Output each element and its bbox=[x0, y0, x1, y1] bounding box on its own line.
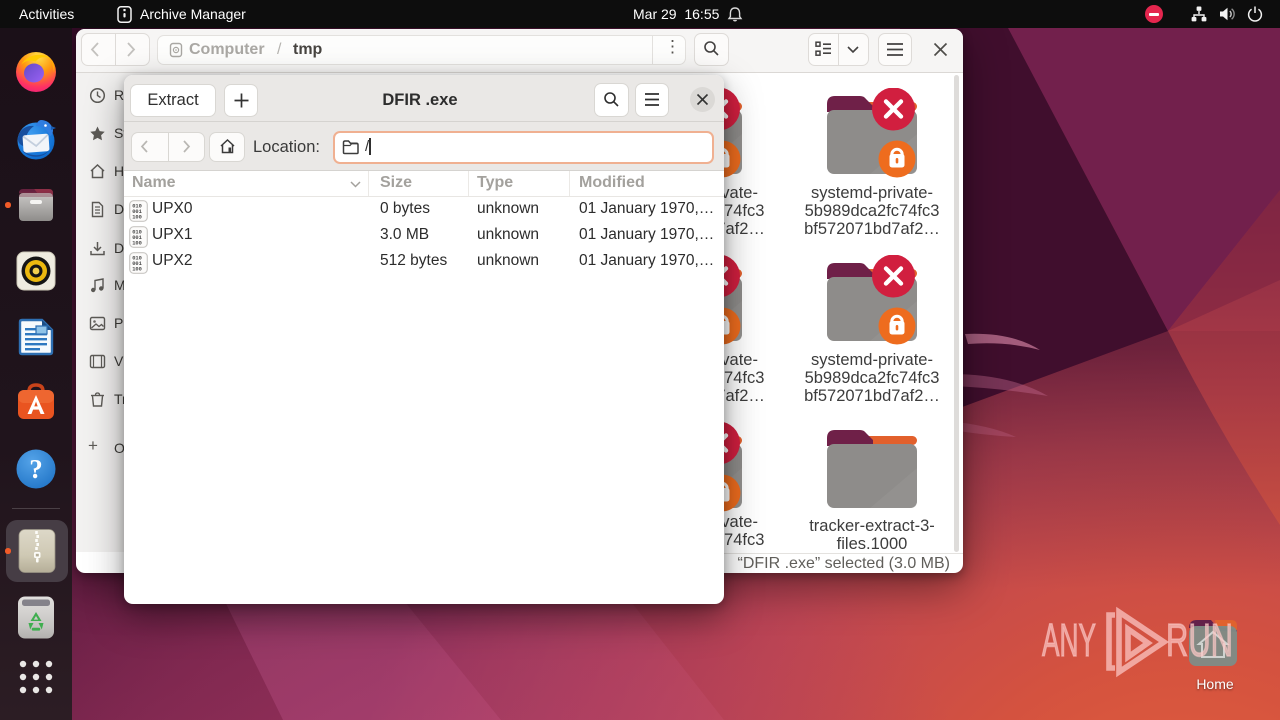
svg-text:100: 100 bbox=[132, 266, 142, 272]
svg-text:RUN: RUN bbox=[1166, 614, 1233, 666]
svg-text:100: 100 bbox=[132, 240, 142, 246]
svg-text:ANY: ANY bbox=[1042, 614, 1096, 666]
svg-text:100: 100 bbox=[132, 214, 142, 220]
svg-text:?: ? bbox=[29, 454, 43, 484]
